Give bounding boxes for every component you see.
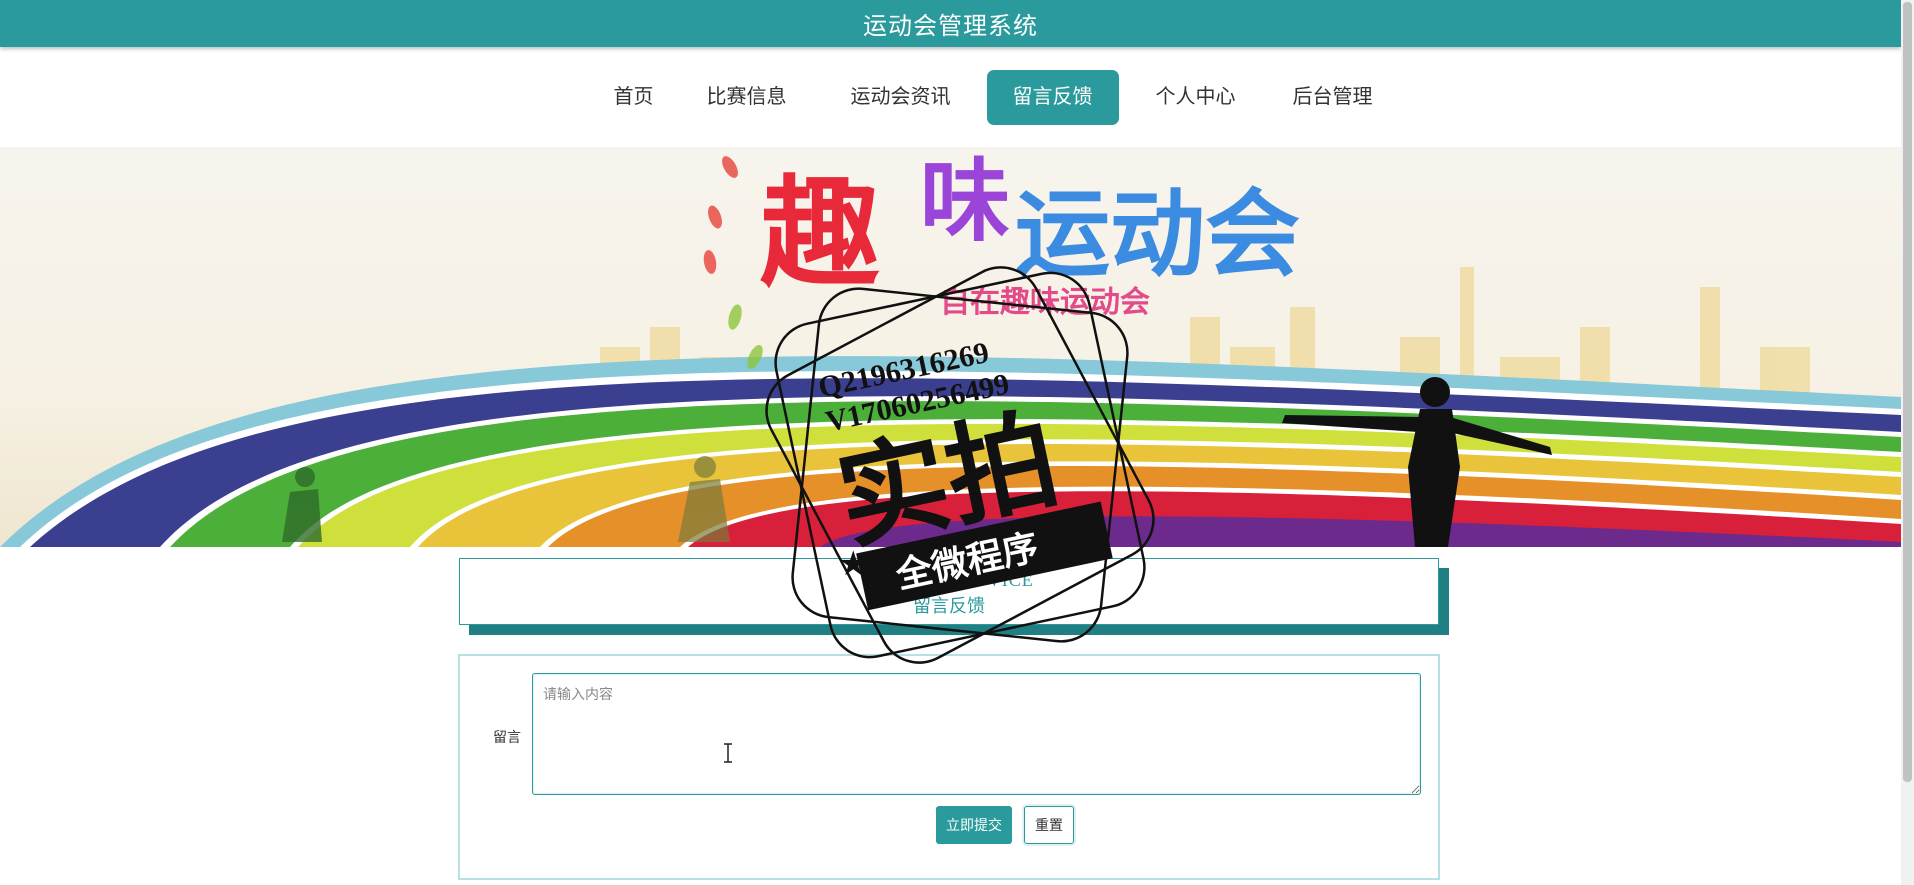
nav-item-news[interactable]: 运动会资讯 <box>841 70 961 125</box>
nav-item-home[interactable]: 首页 <box>604 70 664 125</box>
nav-item-matches[interactable]: 比赛信息 <box>697 70 797 125</box>
message-label: 留言 <box>493 729 521 745</box>
star-icon: ★ <box>838 545 868 583</box>
text-cursor-icon <box>724 743 732 763</box>
site-title: 运动会管理系统 <box>863 13 1038 40</box>
nav-item-feedback[interactable]: 留言反馈 <box>986 70 1119 125</box>
page-scrollbar[interactable] <box>1901 0 1914 885</box>
reset-button[interactable]: 重置 <box>1024 806 1074 844</box>
submit-button[interactable]: 立即提交 <box>936 806 1012 844</box>
nav-item-profile[interactable]: 个人中心 <box>1146 70 1246 125</box>
scrollbar-thumb[interactable] <box>1903 2 1912 782</box>
star-icon-2: ★ <box>1078 511 1105 544</box>
top-header-bar: 运动会管理系统 <box>0 0 1901 47</box>
banner-headline-char-2: 味 <box>920 149 1010 254</box>
feedback-form: 留言 立即提交 重置 <box>458 654 1440 880</box>
message-textarea[interactable] <box>532 673 1421 795</box>
main-nav: 首页 比赛信息 运动会资讯 留言反馈 个人中心 后台管理 <box>0 70 1901 125</box>
watermark-stamp: Q2196316269 V17060256499 实拍 全微程序 ★ ★ <box>765 266 1155 664</box>
nav-item-admin[interactable]: 后台管理 <box>1278 70 1388 125</box>
